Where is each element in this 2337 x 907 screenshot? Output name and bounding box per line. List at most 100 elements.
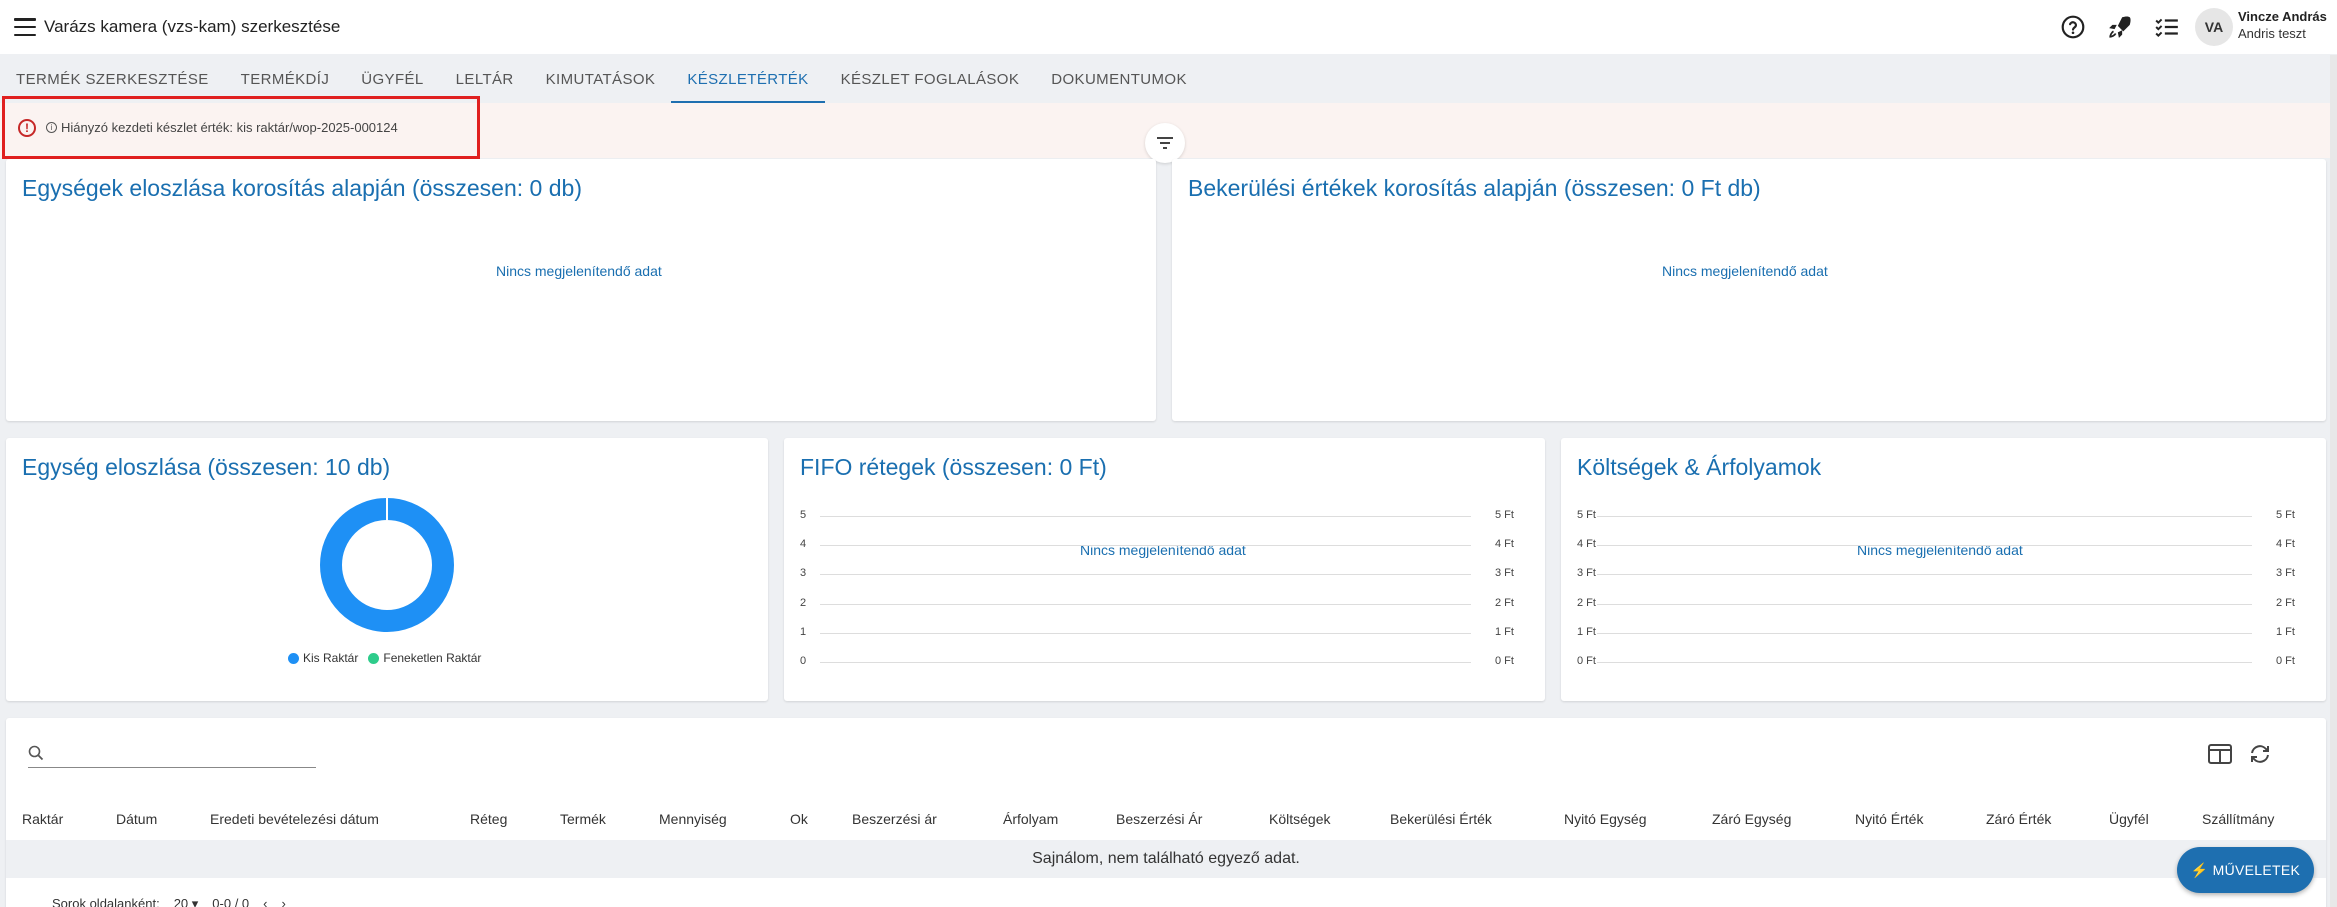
column-header[interactable]: Ok — [790, 811, 808, 827]
info-icon: i — [46, 122, 57, 133]
y-tick-left: 4 Ft — [1577, 538, 1596, 551]
column-header[interactable]: Bekerülési Érték — [1390, 811, 1492, 827]
gridline — [1597, 574, 2252, 576]
unit-distribution-card: Egység eloszlása (összesen: 10 db) Kis R… — [6, 438, 768, 701]
column-header[interactable]: Mennyiség — [659, 811, 727, 827]
column-header[interactable]: Záró Érték — [1986, 811, 2051, 827]
menu-icon[interactable] — [14, 18, 36, 36]
page-range: 0-0 / 0 — [212, 896, 250, 907]
y-tick-left: 3 Ft — [1577, 567, 1596, 580]
gridline — [1597, 662, 2252, 663]
card-title: Bekerülési értékek korosítás alapján (ös… — [1188, 175, 1761, 201]
y-tick-left: 0 Ft — [1577, 655, 1596, 667]
rocket-icon[interactable] — [2096, 0, 2143, 54]
column-header[interactable]: Nyitó Érték — [1855, 811, 1923, 827]
help-icon[interactable] — [2049, 0, 2096, 54]
y-tick-right: 4 Ft — [1495, 538, 1514, 551]
y-tick-left: 2 — [800, 596, 807, 609]
tab-documents[interactable]: DOKUMENTUMOK — [1035, 55, 1203, 103]
donut-chart — [320, 498, 454, 632]
filter-button[interactable] — [1145, 123, 1185, 163]
column-header[interactable]: Szállítmány — [2202, 811, 2274, 827]
gridline — [1597, 545, 2252, 547]
search-field[interactable] — [28, 738, 316, 768]
columns-icon[interactable] — [2204, 738, 2236, 770]
avatar[interactable]: VA — [2195, 8, 2233, 46]
column-header[interactable]: Beszerzési Ár — [1116, 811, 1202, 827]
search-input[interactable] — [52, 744, 302, 761]
y-tick-left: 5 — [800, 509, 807, 521]
filter-icon — [1157, 137, 1173, 149]
card-title: Egységek eloszlása korosítás alapján (ös… — [22, 175, 582, 201]
y-tick-right: 2 Ft — [2276, 596, 2295, 609]
tab-stock-reservations[interactable]: KÉSZLET FOGLALÁSOK — [825, 55, 1036, 103]
column-header[interactable]: Nyitó Egység — [1564, 811, 1646, 827]
legend-item[interactable]: Feneketlen Raktár — [368, 651, 481, 665]
prev-page-icon[interactable]: ‹ — [263, 896, 267, 907]
donut-slice[interactable] — [320, 498, 454, 632]
legend-label: Kis Raktár — [303, 651, 359, 665]
card-title: FIFO rétegek (összesen: 0 Ft) — [800, 454, 1107, 480]
y-tick-right: 1 Ft — [2276, 625, 2295, 638]
column-header[interactable]: Dátum — [116, 811, 157, 827]
column-header[interactable]: Eredeti bevételezési dátum — [210, 811, 379, 827]
refresh-icon[interactable] — [2244, 738, 2276, 770]
aging-values-card: Bekerülési értékek korosítás alapján (ös… — [1172, 159, 2326, 421]
gridline — [1597, 603, 2252, 605]
y-tick-right: 3 Ft — [1495, 567, 1514, 580]
gridline — [820, 603, 1471, 605]
warning-text: Hiányzó kezdeti készlet érték: kis raktá… — [61, 120, 398, 135]
y-tick-right: 5 Ft — [1495, 509, 1514, 521]
stock-value-table: Raktár Dátum Eredeti bevételezési dátum … — [6, 718, 2326, 907]
actions-label: MŰVELETEK — [2212, 862, 2301, 878]
rows-per-page-label: Sorok oldalanként: — [52, 896, 160, 907]
gridline — [1597, 516, 2252, 517]
tab-stock-value[interactable]: KÉSZLETÉRTÉK — [671, 55, 825, 103]
gridline — [820, 574, 1471, 576]
y-tick-right: 0 Ft — [1495, 655, 1514, 667]
legend-label: Feneketlen Raktár — [383, 651, 482, 665]
user-name: Vincze András — [2238, 9, 2327, 24]
next-page-icon[interactable]: › — [282, 896, 286, 907]
card-title: Költségek & Árfolyamok — [1577, 454, 1822, 480]
chart-legend: Kis Raktár Feneketlen Raktár — [288, 651, 481, 665]
tab-reports[interactable]: KIMUTATÁSOK — [530, 55, 672, 103]
gridline — [820, 632, 1471, 634]
y-tick-right: 4 Ft — [2276, 538, 2295, 551]
user-subtitle: Andris teszt — [2238, 26, 2306, 41]
actions-button[interactable]: ⚡ MŰVELETEK — [2177, 847, 2314, 893]
column-header[interactable]: Ügyfél — [2109, 811, 2149, 827]
column-header[interactable]: Beszerzési ár — [852, 811, 937, 827]
y-tick-left: 3 — [800, 567, 807, 580]
user-info[interactable]: Vincze András Andris teszt — [2238, 8, 2327, 42]
bolt-icon: ⚡ — [2190, 861, 2209, 878]
y-tick-left: 1 — [800, 625, 807, 638]
scrollbar[interactable] — [2330, 55, 2337, 907]
gridline — [820, 662, 1471, 663]
column-header[interactable]: Raktár — [22, 811, 63, 827]
column-header[interactable]: Árfolyam — [1003, 811, 1058, 827]
gridline — [1597, 632, 2252, 634]
legend-item[interactable]: Kis Raktár — [288, 651, 358, 665]
column-header[interactable]: Réteg — [470, 811, 507, 827]
y-tick-left: 5 Ft — [1577, 509, 1596, 521]
column-header[interactable]: Záró Egység — [1712, 811, 1791, 827]
legend-swatch — [368, 652, 380, 664]
gridline — [820, 516, 1471, 517]
y-tick-left: 0 — [800, 655, 807, 667]
y-tick-left: 4 — [800, 538, 807, 551]
search-icon — [28, 745, 44, 760]
pagination: Sorok oldalanként: 20 ▾ 0-0 / 0 ‹ › — [52, 896, 286, 907]
checklist-icon[interactable] — [2143, 0, 2190, 54]
y-tick-right: 0 Ft — [2276, 655, 2295, 667]
legend-swatch — [288, 652, 299, 664]
table-header: Raktár Dátum Eredeti bevételezési dátum … — [6, 798, 2326, 840]
column-header[interactable]: Termék — [560, 811, 606, 827]
card-title: Egység eloszlása (összesen: 10 db) — [22, 454, 391, 480]
no-data-label: Nincs megjelenítendő adat — [496, 263, 662, 279]
warning-highlight: ! i Hiányzó kezdeti készlet érték: kis r… — [2, 96, 480, 159]
y-tick-right: 3 Ft — [2276, 567, 2295, 580]
rows-per-page-select[interactable]: 20 ▾ — [174, 896, 199, 907]
empty-message: Sajnálom, nem található egyező adat. — [6, 840, 2326, 878]
column-header[interactable]: Költségek — [1269, 811, 1330, 827]
